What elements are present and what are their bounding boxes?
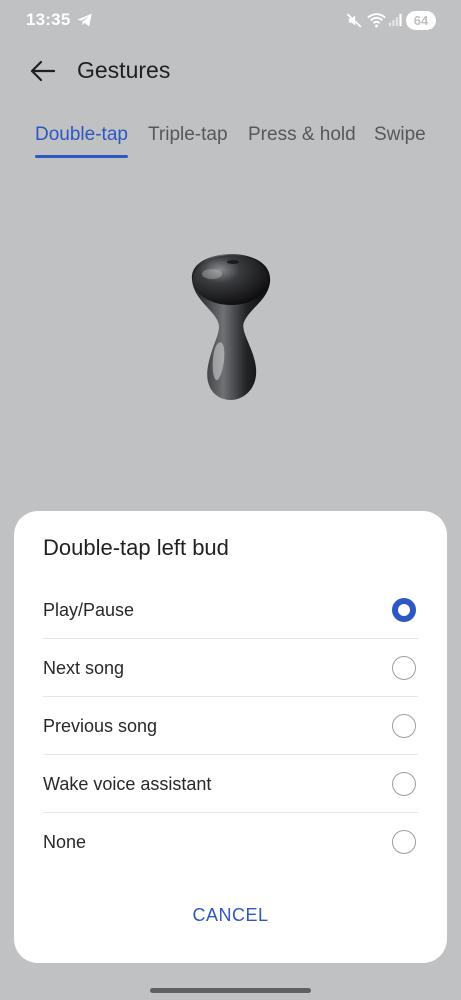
- battery-badge: 64: [406, 11, 436, 30]
- radio-button[interactable]: [392, 714, 416, 738]
- status-time: 13:35: [26, 10, 71, 29]
- action-options-list: Play/Pause Next song Previous song Wake …: [43, 581, 418, 871]
- option-label: Wake voice assistant: [43, 774, 212, 794]
- option-previous-song[interactable]: Previous song: [43, 697, 418, 755]
- tab-press-and-hold[interactable]: Press & hold: [248, 124, 356, 146]
- cancel-button[interactable]: CANCEL: [14, 891, 447, 939]
- mute-icon: [346, 13, 362, 28]
- home-indicator[interactable]: [150, 988, 311, 993]
- tab-triple-tap[interactable]: Triple-tap: [148, 124, 228, 146]
- earbud-image: [191, 254, 271, 400]
- active-tab-indicator: [35, 155, 128, 158]
- option-label: Next song: [43, 658, 125, 678]
- option-label: Play/Pause: [43, 600, 135, 620]
- tab-swipe[interactable]: Swipe: [374, 124, 426, 146]
- page-title: Gestures: [77, 57, 171, 83]
- radio-button[interactable]: [392, 830, 416, 854]
- signal-icon: [388, 13, 402, 27]
- telegram-icon: [77, 13, 92, 27]
- option-next-song[interactable]: Next song: [43, 639, 418, 697]
- option-wake-voice-assistant[interactable]: Wake voice assistant: [43, 755, 418, 813]
- wifi-icon: [367, 13, 386, 28]
- radio-button[interactable]: [392, 772, 416, 796]
- radio-button[interactable]: [392, 656, 416, 680]
- arrow-left-icon: [30, 60, 56, 82]
- radio-button-selected[interactable]: [392, 598, 416, 622]
- gesture-action-dialog: Double-tap left bud Play/Pause Next song…: [14, 511, 447, 963]
- option-label: Previous song: [43, 716, 158, 736]
- tab-double-tap[interactable]: Double-tap: [35, 124, 128, 146]
- option-none[interactable]: None: [43, 813, 418, 871]
- option-play-pause[interactable]: Play/Pause: [43, 581, 418, 639]
- status-bar: 13:35 64: [0, 0, 461, 44]
- gesture-tabs: Double-tap Triple-tap Press & hold Swipe: [0, 124, 461, 164]
- option-label: None: [43, 832, 87, 852]
- back-button[interactable]: [28, 56, 58, 86]
- dialog-title: Double-tap left bud: [43, 535, 229, 560]
